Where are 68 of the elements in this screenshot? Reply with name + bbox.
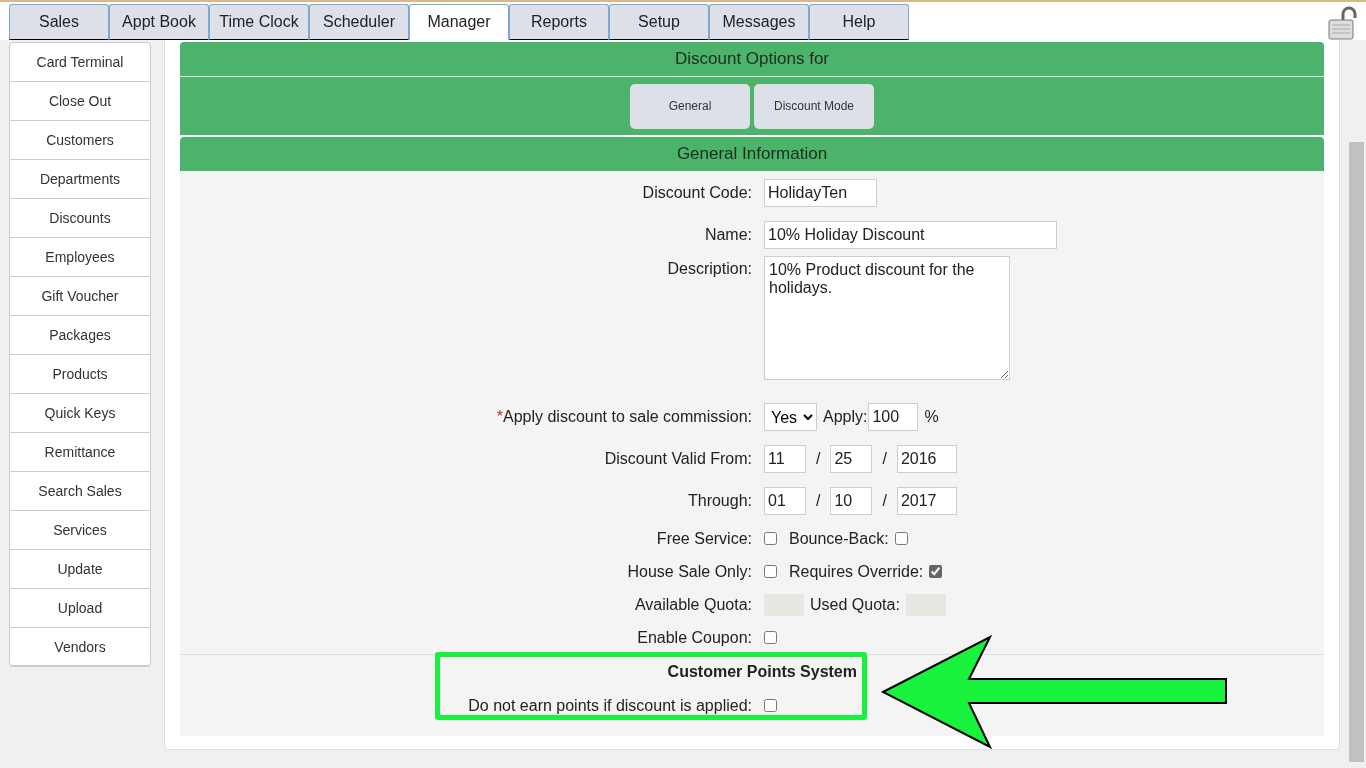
- sidebar-item[interactable]: Customers: [10, 121, 150, 160]
- sidebar-item[interactable]: Upload: [10, 589, 150, 628]
- field-label: Available Quota:: [633, 595, 752, 614]
- field-label: House Sale Only:: [626, 562, 752, 581]
- sidebar-item[interactable]: Services: [10, 511, 150, 550]
- date-field[interactable]: 11: [764, 445, 806, 473]
- sidebar-item[interactable]: Vendors: [10, 628, 150, 667]
- date-separator: /: [881, 492, 888, 510]
- field-label: Do not earn points if discount is applied:: [467, 696, 752, 715]
- nav-tab[interactable]: Reports: [509, 4, 609, 40]
- field-label: Free Service:: [655, 529, 752, 548]
- field-label: Requires Override:: [789, 562, 924, 581]
- date-separator: /: [815, 450, 822, 468]
- nav-tab[interactable]: Setup: [609, 4, 709, 40]
- points-heading: Customer Points System: [666, 662, 857, 682]
- padlock-icon[interactable]: [1328, 6, 1360, 40]
- sidebar-item[interactable]: Update: [10, 550, 150, 589]
- nav-tab[interactable]: Help: [809, 4, 909, 40]
- checkbox[interactable]: [929, 565, 943, 578]
- date-field[interactable]: 25: [830, 445, 873, 473]
- sidebar-item[interactable]: Remittance: [10, 433, 150, 472]
- nav-tab[interactable]: Scheduler: [309, 4, 409, 40]
- section-title: General Information: [675, 143, 829, 165]
- text-field[interactable]: HolidayTen: [764, 179, 877, 207]
- text-field[interactable]: 10% Holiday Discount: [764, 221, 1057, 249]
- nav-tab[interactable]: Messages: [709, 4, 809, 40]
- text-field[interactable]: 100: [868, 403, 919, 431]
- field-label: Bounce-Back:: [789, 529, 889, 548]
- nav-tab[interactable]: Time Clock: [209, 4, 309, 40]
- sidebar-item[interactable]: Quick Keys: [10, 394, 150, 433]
- date-field[interactable]: 2016: [896, 445, 957, 473]
- option-button[interactable]: General: [630, 83, 750, 129]
- sidebar-item[interactable]: Close Out: [10, 82, 150, 121]
- field-label: Discount Valid From:: [603, 450, 752, 468]
- sidebar-item[interactable]: Packages: [10, 316, 150, 355]
- field-label: Through:: [686, 492, 752, 510]
- date-field[interactable]: 2017: [896, 487, 957, 515]
- nav-tab[interactable]: Manager: [409, 4, 509, 40]
- checkbox[interactable]: [764, 565, 777, 578]
- checkbox[interactable]: [894, 532, 908, 545]
- date-separator: /: [881, 450, 888, 468]
- checkbox[interactable]: [764, 532, 777, 545]
- panel-title: Discount Options for: [674, 48, 830, 70]
- sidebar-item[interactable]: Search Sales: [10, 472, 150, 511]
- unit-label: %: [924, 408, 939, 426]
- sidebar-item[interactable]: Discounts: [10, 199, 150, 238]
- checkbox[interactable]: [764, 631, 777, 644]
- sidebar-item[interactable]: Products: [10, 355, 150, 394]
- nav-tab[interactable]: Sales: [9, 4, 109, 40]
- date-separator: /: [815, 492, 822, 510]
- sidebar-item[interactable]: Departments: [10, 160, 150, 199]
- field-label: Used Quota:: [810, 595, 900, 614]
- field-label: Description:: [666, 259, 752, 278]
- sidebar-item[interactable]: Gift Voucher: [10, 277, 150, 316]
- checkbox[interactable]: [764, 699, 777, 712]
- nav-tab[interactable]: Appt Book: [109, 4, 209, 40]
- date-field[interactable]: 01: [764, 487, 806, 515]
- sidebar-item[interactable]: Employees: [10, 238, 150, 277]
- field-label: Enable Coupon:: [636, 628, 752, 647]
- field-label: Apply:: [823, 408, 868, 426]
- field-label: Discount Code:: [641, 184, 752, 202]
- text-area[interactable]: 10% Product discount for the holidays.: [764, 256, 1010, 380]
- dropdown[interactable]: Yes: [764, 403, 817, 431]
- field-label: *Apply discount to sale commission:: [495, 408, 752, 426]
- date-field[interactable]: 10: [830, 487, 873, 515]
- option-button[interactable]: Discount Mode: [754, 83, 874, 129]
- sidebar-item[interactable]: Card Terminal: [10, 43, 150, 82]
- field-label: Name:: [703, 226, 752, 244]
